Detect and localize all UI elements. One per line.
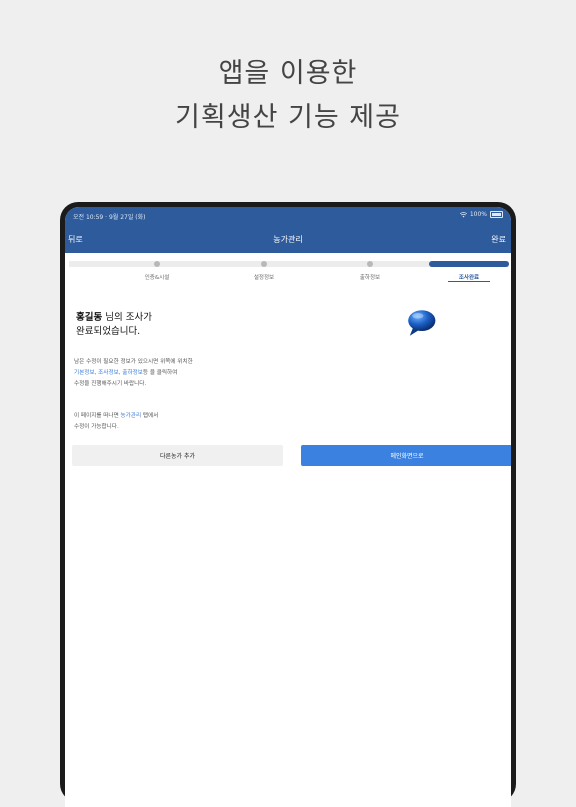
guide-line-2-tail: 등 을 클릭하여: [142, 370, 178, 376]
step-dot-2: [261, 261, 267, 267]
nav-bar: 뒤로 농가관리 완료: [65, 224, 511, 253]
nav-title: 농가관리: [273, 235, 303, 244]
guide-line-3: 수정을 진행해주시기 바랍니다.: [74, 381, 147, 387]
edit-guide-text: 남은 수정이 필요한 정보가 있으시면 위쪽에 위치한 기본정보, 조사정보, …: [74, 357, 193, 390]
chat-bubble-icon: [408, 310, 436, 336]
step-tab-shipping[interactable]: 출하정보: [360, 273, 380, 281]
completion-suffix: 님의 조사가: [102, 312, 152, 323]
status-time: 오전 10:59 · 9월 27일 (화): [73, 214, 146, 221]
step-active-underline: [448, 281, 490, 282]
promo-headline: 앱을 이용한 기획생산 기능 제공: [0, 52, 576, 140]
step-tab-settings[interactable]: 설정정보: [254, 273, 274, 281]
promo-line-1: 앱을 이용한: [218, 58, 358, 89]
step-dot-1: [154, 261, 160, 267]
battery-percent: 100%: [469, 211, 487, 218]
step-tab-complete[interactable]: 조사완료: [459, 273, 479, 281]
link-basic-info[interactable]: 기본정보: [74, 370, 95, 376]
done-button[interactable]: 완료: [491, 234, 506, 245]
link-survey-info[interactable]: 조사정보: [98, 370, 119, 376]
leave-page-text: 이 페이지를 떠나면 농가관리 탭에서 수정이 가능합니다.: [74, 411, 158, 433]
leave-line-1: 이 페이지를 떠나면 농가관리 탭에서: [74, 411, 158, 422]
link-shipping-info[interactable]: 출하정보: [122, 370, 143, 376]
status-bar: 오전 10:59 · 9월 27일 (화) 100%: [65, 207, 511, 224]
step-dot-3: [367, 261, 373, 267]
step-tab-facility[interactable]: 인증&시설: [145, 273, 170, 281]
leave-prefix: 이 페이지를 떠나면: [74, 413, 121, 419]
add-other-farm-button[interactable]: 다른농가 추가: [72, 445, 283, 466]
app-screen: 오전 10:59 · 9월 27일 (화) 100% 뒤로 농가관리 완료 인증…: [65, 207, 511, 807]
completion-line-1: 홍길동 님의 조사가: [76, 311, 152, 325]
leave-line-2: 수정이 가능합니다.: [74, 424, 119, 430]
completion-line-2: 완료되었습니다.: [76, 326, 141, 337]
link-farm-management[interactable]: 농가관리: [121, 413, 142, 419]
battery-icon: [490, 211, 503, 218]
leave-suffix: 탭에서: [141, 413, 159, 419]
step-track-active: [429, 261, 509, 267]
main-screen-button[interactable]: 메인화면으로: [301, 445, 511, 466]
step-indicator: 인증&시설 설정정보 출하정보 조사완료: [65, 255, 511, 285]
completion-message: 홍길동 님의 조사가 완료되었습니다.: [76, 311, 152, 339]
guide-line-1: 남은 수정이 필요한 정보가 있으시면 위쪽에 위치한: [74, 359, 193, 365]
wifi-icon: [459, 211, 467, 217]
promo-line-2: 기획생산 기능 제공: [175, 102, 401, 133]
farmer-name: 홍길동: [76, 312, 103, 323]
guide-line-2: 기본정보, 조사정보, 출하정보등 을 클릭하여: [74, 368, 193, 379]
status-right: 100%: [459, 211, 503, 218]
tablet-frame: 오전 10:59 · 9월 27일 (화) 100% 뒤로 농가관리 완료 인증…: [60, 202, 516, 807]
